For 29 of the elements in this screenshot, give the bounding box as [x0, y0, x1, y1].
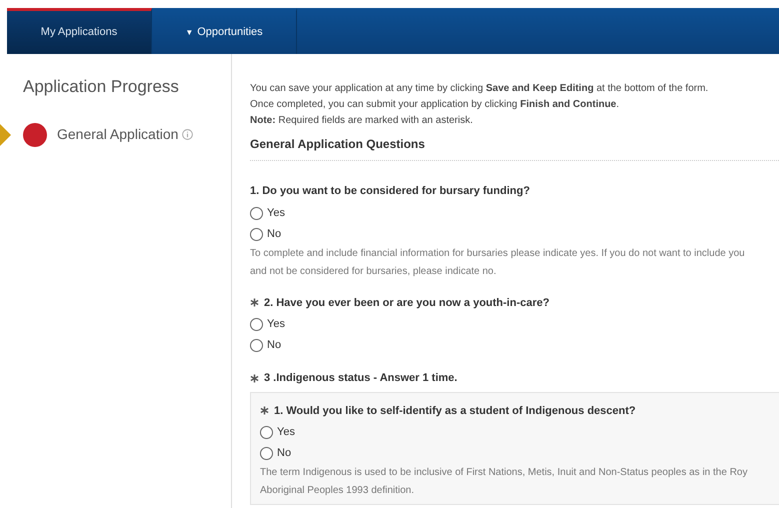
intro-text: Note: Required fields are marked with an asterisk.: [250, 114, 474, 128]
help-text: To complete and include financial information for bursaries please indicate yes. If you do not want to include you: [250, 246, 746, 260]
question-text: 3 .Indigenous status - Answer 1 time.: [264, 371, 458, 386]
question-text: 2. Have you ever been or are you now a youth-in-care?: [264, 296, 550, 310]
help-text: and not be considered for bursaries, please indicate no.: [250, 264, 498, 278]
radio-button[interactable]: [250, 339, 263, 352]
caret-icon: ▼: [185, 26, 194, 38]
step-label[interactable]: General Application: [57, 124, 178, 145]
radio-label: Yes: [277, 425, 295, 440]
radio-label: Yes: [267, 206, 285, 221]
radio-label: Yes: [267, 317, 285, 332]
radio-label: No: [267, 338, 282, 354]
question-text: 1. Do you want to be considered for bursary funding?: [250, 184, 530, 199]
nav-tab[interactable]: My Applications: [7, 8, 152, 54]
help-text: The term Indigenous is used to be inclusive of First Nations, Metis, Inuit and Non-Status peoples as in the Roy: [260, 466, 748, 480]
radio-button[interactable]: [260, 426, 273, 439]
radio-label: No: [267, 226, 282, 242]
radio-label: No: [277, 446, 292, 462]
radio-button[interactable]: [250, 228, 263, 240]
section-title: General Application Questions: [250, 136, 426, 153]
help-text: Aboriginal Peoples 1993 definition.: [260, 484, 415, 498]
sidebar-title: Application Progress: [22, 76, 180, 98]
radio-button[interactable]: [260, 447, 273, 460]
intro-text: You can save your application at any time by clicking Save and Keep Editing at the bottom of the form.: [250, 82, 710, 96]
radio-button[interactable]: [250, 318, 263, 331]
radio-button[interactable]: [250, 206, 263, 220]
intro-text: Once completed, you can submit your application by clicking Finish and Continue.: [250, 98, 620, 112]
question-text: 1. Would you like to self-identify as a student of Indigenous descent?: [274, 404, 636, 418]
nav-tab[interactable]: ▼ Opportunities: [152, 8, 297, 54]
